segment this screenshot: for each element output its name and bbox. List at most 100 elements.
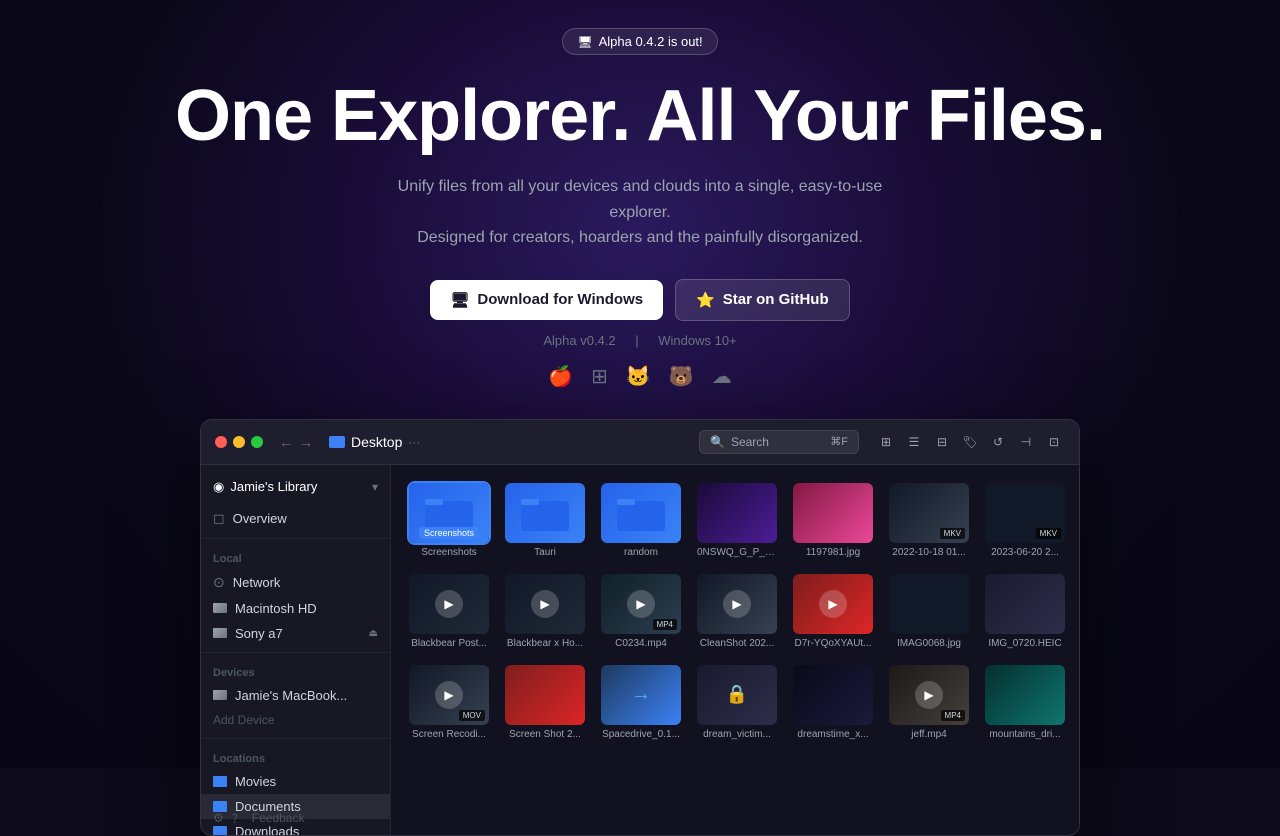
file-name: Spacedrive_0.1... (601, 729, 681, 740)
platform-icons-row: 🍎 ⊞ 🐱 🐻 ☁ (548, 364, 731, 389)
back-icon[interactable]: ← (279, 434, 293, 450)
expand-button[interactable]: ⊡ (1043, 431, 1065, 453)
library-button[interactable]: ◉ Jamie's Library (213, 479, 317, 495)
apple-icon[interactable]: 🍎 (548, 364, 573, 389)
movies-label: Movies (235, 774, 276, 789)
list-item[interactable]: 0NSWQ_G_P_p... (693, 479, 781, 562)
more-icon[interactable]: ··· (408, 435, 420, 449)
list-item[interactable]: random (597, 479, 685, 562)
forward-icon[interactable]: → (299, 434, 313, 450)
list-item[interactable]: RAW SA702768.ARW (1077, 570, 1079, 653)
list-item[interactable]: Screen Shot 2... (501, 661, 589, 744)
folder-icon (329, 436, 345, 448)
file-name: 0NSWQ_G_P_p... (697, 547, 777, 558)
refresh-button[interactable]: ↺ (987, 431, 1009, 453)
file-area: Screenshots Screenshots (391, 465, 1079, 835)
network-icon: ⊙ (213, 574, 225, 591)
sidebar-item-movies[interactable]: Movies (201, 769, 390, 794)
divider-2 (201, 652, 390, 653)
traffic-lights (215, 436, 263, 448)
window-titlebar: ← → Desktop ··· 🔍 Search ⌘F ⊞ ☰ ⊟ 🏷 ↺ ⊣ (201, 420, 1079, 465)
sidebar-header: ◉ Jamie's Library ▾ (201, 475, 390, 505)
download-label: Download for Windows (477, 291, 643, 308)
docker-icon[interactable]: 🐻 (669, 364, 694, 389)
file-name: dreamstime_x... (793, 729, 873, 740)
download-button[interactable]: 🖥 Download for Windows (430, 280, 663, 320)
overview-icon: ◻ (213, 510, 225, 527)
list-item[interactable]: mountains_dri... (981, 661, 1069, 744)
list-item[interactable]: ▶ MOV Screen Recodi... (405, 661, 493, 744)
file-name: 2022-10-18 01... (889, 547, 969, 558)
list-item[interactable]: 1197981.jpg (789, 479, 877, 562)
file-name: random (601, 547, 681, 558)
list-item[interactable]: MKV 2022-10-18 01... (885, 479, 973, 562)
list-item[interactable]: ▶ D7r-YQoXYAUt... (789, 570, 877, 653)
laptop-icon (213, 690, 227, 700)
search-bar[interactable]: 🔍 Search ⌘F (699, 430, 859, 454)
feedback-label[interactable]: Feedback (252, 811, 305, 825)
list-item[interactable]: Screenshots Screenshots (405, 479, 493, 562)
linux-icon[interactable]: 🐱 (626, 364, 651, 389)
os-text: Windows 10+ (658, 333, 736, 348)
file-name: mountains_dri... (985, 729, 1065, 740)
file-name: jeff.mp4 (889, 729, 969, 740)
folder-svg (521, 495, 569, 531)
list-item[interactable]: ▶ MP4 C0234.mp4 (597, 570, 685, 653)
detail-view-button[interactable]: ⊟ (931, 431, 953, 453)
play-icon: ▶ (531, 590, 559, 618)
macbook-label: Jamie's MacBook... (235, 688, 347, 703)
list-item[interactable]: 🗄 7923c368-85c... (1077, 479, 1079, 562)
locations-section: Locations (201, 745, 390, 769)
sidebar-item-network[interactable]: ⊙ Network (201, 569, 390, 596)
cloud-icon[interactable]: ☁ (712, 364, 732, 389)
file-name: 2023-06-20 2... (985, 547, 1065, 558)
list-item[interactable]: 🗜 spacedrive.zip (1077, 661, 1079, 744)
list-item[interactable]: 🔒 dream_victim... (693, 661, 781, 744)
sidebar-toggle[interactable]: ⊣ (1015, 431, 1037, 453)
download-icon: 🖥 (450, 291, 469, 309)
breadcrumb: Desktop ··· (329, 434, 420, 450)
list-item[interactable]: IMG_0720.HEIC (981, 570, 1069, 653)
eject-icon[interactable]: ⏏ (369, 628, 378, 639)
file-name: Screen Shot 2... (505, 729, 585, 740)
settings-icon[interactable]: ⚙ (213, 811, 224, 825)
sidebar-item-macintosh[interactable]: Macintosh HD (201, 596, 390, 621)
overview-label: Overview (233, 511, 287, 526)
github-label: Star on GitHub (723, 291, 829, 308)
sidebar-item-sony[interactable]: Sony a7 ⏏ (201, 621, 390, 646)
movies-folder-icon (213, 776, 227, 787)
list-item[interactable]: ▶ CleanShot 202... (693, 570, 781, 653)
github-button[interactable]: ⭐ Star on GitHub (675, 279, 850, 321)
file-name: Blackbear x Ho... (505, 638, 585, 649)
sidebar-item-overview[interactable]: ◻ Overview (201, 505, 390, 532)
grid-view-button[interactable]: ⊞ (875, 431, 897, 453)
help-icon[interactable]: ？ (232, 810, 244, 827)
add-device-action[interactable]: Add Device (201, 708, 390, 732)
version-info: Alpha v0.4.2 | Windows 10+ (535, 333, 744, 348)
file-name: dream_victim... (697, 729, 777, 740)
file-name: Screen Recodi... (409, 729, 489, 740)
list-item[interactable]: Tauri (501, 479, 589, 562)
tag-button[interactable]: 🏷 (959, 431, 981, 453)
library-chevron[interactable]: ▾ (372, 480, 378, 494)
list-item[interactable]: ▶ MP4 jeff.mp4 (885, 661, 973, 744)
divider-1 (201, 538, 390, 539)
network-label: Network (233, 575, 281, 590)
list-item[interactable]: IMAG0068.jpg (885, 570, 973, 653)
list-view-button[interactable]: ☰ (903, 431, 925, 453)
file-name: CleanShot 202... (697, 638, 777, 649)
list-item[interactable]: MKV 2023-06-20 2... (981, 479, 1069, 562)
sidebar: ◉ Jamie's Library ▾ ◻ Overview Local ⊙ N… (201, 465, 391, 835)
close-button[interactable] (215, 436, 227, 448)
badge-icon: 🖥 (577, 35, 592, 49)
divider-3 (201, 738, 390, 739)
list-item[interactable]: ▶ Blackbear x Ho... (501, 570, 589, 653)
list-item[interactable]: ▶ Blackbear Post... (405, 570, 493, 653)
sidebar-item-macbook[interactable]: Jamie's MacBook... (201, 683, 390, 708)
minimize-button[interactable] (233, 436, 245, 448)
list-item[interactable]: dreamstime_x... (789, 661, 877, 744)
version-badge[interactable]: 🖥 Alpha 0.4.2 is out! (562, 28, 717, 55)
windows-icon[interactable]: ⊞ (591, 364, 608, 389)
list-item[interactable]: → Spacedrive_0.1... (597, 661, 685, 744)
fullscreen-button[interactable] (251, 436, 263, 448)
